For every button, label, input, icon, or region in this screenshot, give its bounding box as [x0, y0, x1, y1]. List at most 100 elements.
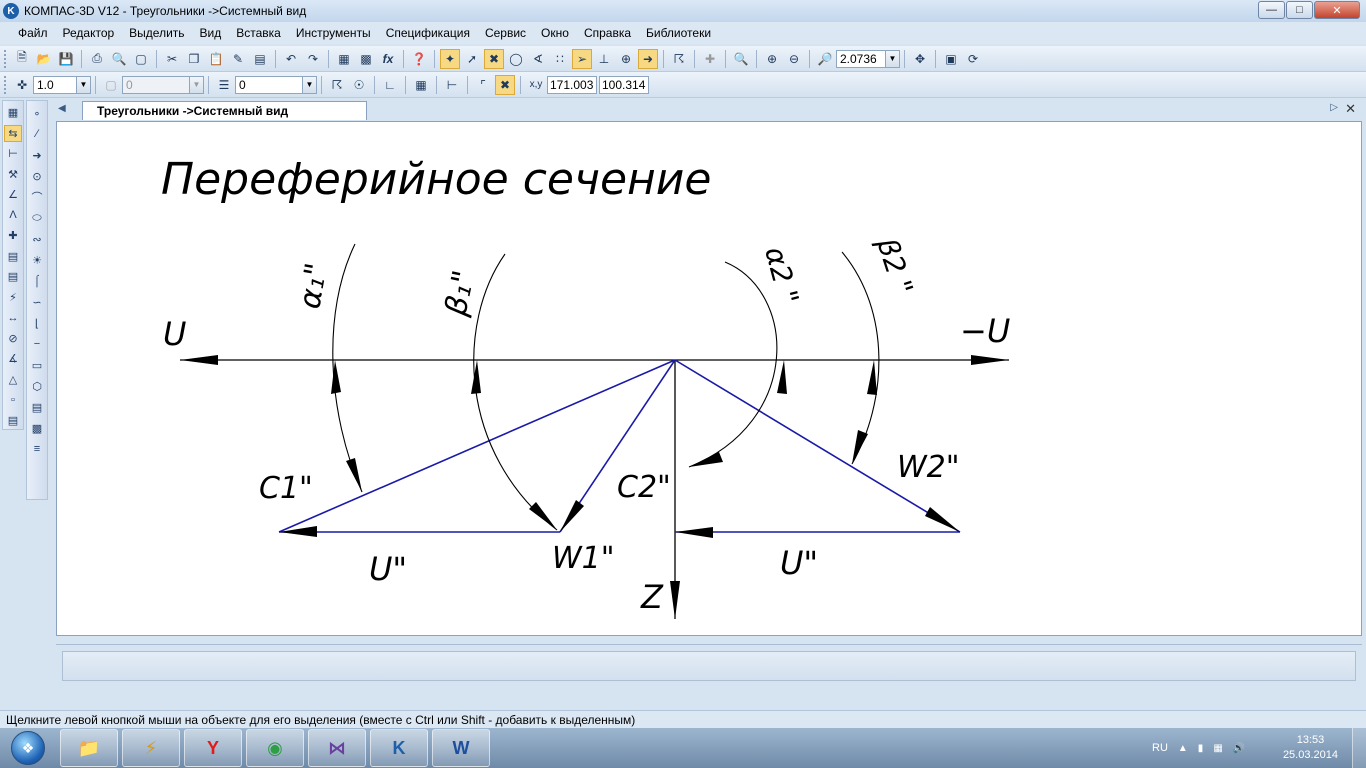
close-document-icon[interactable]: ✕ — [1345, 101, 1356, 117]
tree-icon[interactable]: ▩ — [356, 49, 376, 69]
properties-icon[interactable]: ▤ — [250, 49, 270, 69]
arc-icon[interactable]: ⌒ — [28, 188, 46, 206]
cursor-step-icon[interactable]: ✜ — [12, 75, 32, 95]
new-document-icon[interactable]: 🗎 — [12, 49, 32, 69]
chamfer-icon[interactable]: − — [28, 335, 46, 353]
toolbar-grip[interactable] — [4, 75, 8, 94]
dimensions-panel-icon[interactable]: ⇆ — [4, 124, 22, 143]
zoom-in-icon[interactable]: ⊕ — [762, 49, 782, 69]
drawing-canvas[interactable]: Переферийное сечение U −U α₁" β₁" α2 " β… — [56, 121, 1362, 636]
bezier-icon[interactable]: ∽ — [28, 293, 46, 311]
redo-icon[interactable]: ↷ — [303, 49, 323, 69]
triangle-tool-icon[interactable]: △ — [4, 371, 22, 389]
parametrization-icon[interactable]: ∠ — [4, 186, 22, 204]
hatch-icon[interactable]: ▤ — [28, 398, 46, 416]
point-icon[interactable]: ∘ — [28, 104, 46, 122]
open-folder-icon[interactable]: 📂 — [34, 49, 54, 69]
volume-icon[interactable]: 🔊 — [1233, 743, 1245, 754]
language-indicator[interactable]: RU — [1152, 742, 1168, 754]
kompas-icon[interactable]: K — [370, 729, 428, 767]
battery-icon[interactable]: ▮ — [1198, 743, 1204, 754]
help-pointer-icon[interactable]: ❓ — [409, 49, 429, 69]
cut-icon[interactable]: ✂ — [162, 49, 182, 69]
print-icon[interactable]: ⎙ — [87, 49, 107, 69]
round-mode-icon[interactable]: ✖ — [495, 74, 515, 95]
snap-tangent-icon[interactable]: ➜ — [638, 48, 658, 69]
edit-panel-icon[interactable]: ⚒ — [4, 166, 22, 184]
yandex-icon[interactable]: Y — [184, 729, 242, 767]
compass-icon[interactable]: ⊘ — [4, 330, 22, 348]
local-cs-icon[interactable]: ⊢ — [442, 75, 462, 95]
fillet-icon[interactable]: ⌊ — [28, 314, 46, 332]
layer-combo[interactable]: 0 ▼ — [122, 75, 204, 94]
add-point-icon[interactable]: ✚ — [700, 49, 720, 69]
circle-icon[interactable]: ⊙ — [28, 167, 46, 185]
menu-view[interactable]: Вид — [200, 26, 222, 40]
menu-window[interactable]: Окно — [541, 26, 569, 40]
network-icon[interactable]: ▦ — [1213, 743, 1222, 754]
print-preview-icon[interactable]: 🔍 — [109, 49, 129, 69]
save-icon[interactable]: 💾 — [56, 49, 76, 69]
manager-icon[interactable]: ▦ — [334, 49, 354, 69]
spline-icon[interactable]: ∾ — [28, 230, 46, 248]
fill-icon[interactable]: ▩ — [28, 419, 46, 437]
preview-icon[interactable]: ▢ — [131, 49, 151, 69]
paste-icon[interactable]: 📋 — [206, 49, 226, 69]
menu-file[interactable]: Файл — [18, 26, 48, 40]
rectangle-icon[interactable]: ▭ — [28, 356, 46, 374]
zoom-out-icon[interactable]: ⊖ — [784, 49, 804, 69]
segment-icon[interactable]: ➜ — [28, 146, 46, 164]
grid-icon[interactable]: ▦ — [411, 75, 431, 95]
menu-help[interactable]: Справка — [584, 26, 631, 40]
show-desktop-button[interactable] — [1352, 728, 1366, 768]
layer-state-icon[interactable]: ▢ — [101, 75, 121, 95]
menu-specification[interactable]: Спецификация — [386, 26, 470, 40]
show-all-icon[interactable]: ▣ — [941, 49, 961, 69]
angle-tool-icon[interactable]: ∡ — [4, 350, 22, 368]
menu-libraries[interactable]: Библиотеки — [646, 26, 711, 40]
tab-document[interactable]: Треугольники ->Системный вид — [82, 101, 367, 120]
close-button[interactable]: ✕ — [1314, 1, 1360, 19]
snap-nearest-icon[interactable]: ➢ — [572, 48, 592, 69]
associative-views-icon[interactable]: ▤ — [4, 248, 22, 266]
snap-intersection-icon[interactable]: ✖ — [484, 48, 504, 69]
line-scale-combo[interactable]: 1.0 ▼ — [33, 75, 91, 94]
notation-panel-icon[interactable]: ⊢ — [4, 145, 22, 163]
menu-edit[interactable]: Редактор — [63, 26, 115, 40]
snap-perpendicular-icon[interactable]: ⊥ — [594, 49, 614, 69]
measure-icon[interactable]: Λ — [4, 207, 22, 225]
tab-scroll-right-icon[interactable]: ▷ — [1330, 102, 1338, 113]
coord-y-field[interactable]: 100.314 — [599, 75, 649, 94]
format-brush-icon[interactable]: ✎ — [228, 49, 248, 69]
layers-icon[interactable]: ☰ — [214, 75, 234, 95]
winamp-icon[interactable]: ⚡ — [122, 729, 180, 767]
snap-circle-icon[interactable]: ◯ — [506, 49, 526, 69]
hatch-tool-icon[interactable]: ▤ — [4, 412, 22, 430]
reports-icon[interactable]: ⚡ — [4, 289, 22, 307]
select-icon[interactable]: ✚ — [4, 227, 22, 245]
polygon-icon[interactable]: ⬡ — [28, 377, 46, 395]
menu-tools[interactable]: Инструменты — [296, 26, 371, 40]
maximize-button[interactable]: □ — [1286, 1, 1313, 19]
toolbar-grip[interactable] — [4, 49, 8, 68]
polyline-icon[interactable]: ☀ — [28, 251, 46, 269]
pan-icon[interactable]: ✥ — [910, 49, 930, 69]
zoom-combo[interactable]: 2.0736 ▼ — [836, 49, 900, 68]
word-icon[interactable]: W — [432, 729, 490, 767]
menu-select[interactable]: Выделить — [129, 26, 184, 40]
snap-center-icon[interactable]: ⊕ — [616, 49, 636, 69]
style-combo[interactable]: 0 ▼ — [235, 75, 317, 94]
explorer-icon[interactable]: 📁 — [60, 729, 118, 767]
tray-expand-icon[interactable]: ▲ — [1178, 743, 1188, 754]
start-button[interactable]: ❖ — [2, 729, 54, 767]
snap-local-icon[interactable]: ☈ — [327, 75, 347, 95]
menu-insert[interactable]: Вставка — [236, 26, 281, 40]
clock[interactable]: 13:53 25.03.2014 — [1283, 733, 1338, 763]
ellipse-icon[interactable]: ⬭ — [28, 209, 46, 227]
spec-icon[interactable]: ▤ — [4, 268, 22, 286]
ortho-mode-icon[interactable]: ⌜ — [473, 75, 493, 95]
zoom-scale-icon[interactable]: 🔎 — [815, 49, 835, 69]
snap-point-icon[interactable]: ✦ — [440, 48, 460, 69]
magnet-local-icon[interactable]: ☉ — [349, 75, 369, 95]
geometry-panel-icon[interactable]: ▦ — [4, 104, 22, 122]
